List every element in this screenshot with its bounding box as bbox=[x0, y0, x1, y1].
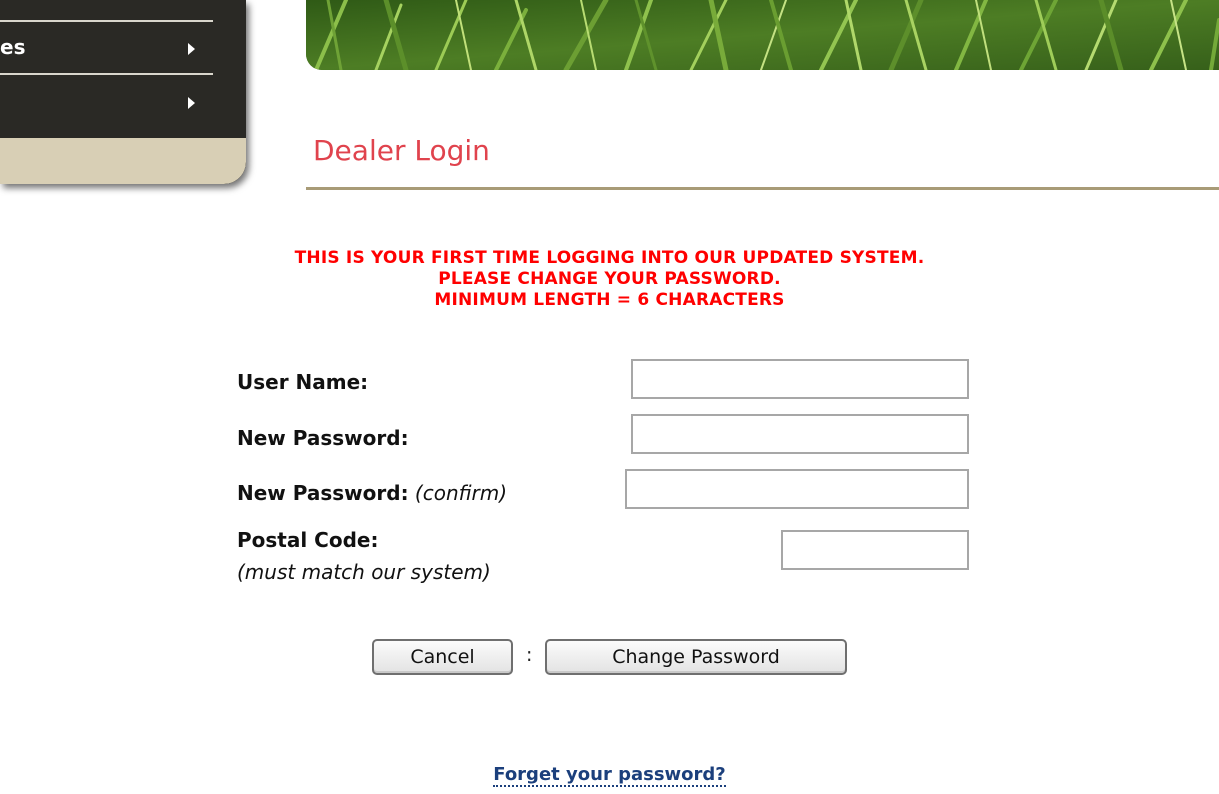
menu-divider bbox=[0, 20, 213, 22]
button-separator: : bbox=[526, 644, 533, 666]
new-password-label: New Password: bbox=[237, 426, 409, 450]
title-divider bbox=[306, 187, 1219, 190]
notice-line: MINIMUM LENGTH = 6 CHARACTERS bbox=[434, 290, 785, 310]
submenu-arrow-icon bbox=[188, 43, 195, 55]
username-label: User Name: bbox=[237, 370, 369, 394]
forgot-password-container: Forget your password? bbox=[0, 764, 1219, 787]
menu-item-1[interactable]: es bbox=[0, 32, 213, 66]
notice-line: PLEASE CHANGE YOUR PASSWORD. bbox=[438, 269, 781, 289]
postal-code-hint: (must match our system) bbox=[237, 560, 491, 584]
header-banner-image bbox=[306, 0, 1219, 70]
username-input[interactable] bbox=[631, 359, 969, 399]
menu-item-label: es bbox=[0, 35, 26, 59]
notice-line: THIS IS YOUR FIRST TIME LOGGING INTO OUR… bbox=[294, 248, 925, 268]
password-change-notice: THIS IS YOUR FIRST TIME LOGGING INTO OUR… bbox=[0, 248, 1219, 311]
postal-code-input[interactable] bbox=[781, 530, 969, 570]
menu-footer-band bbox=[0, 138, 246, 184]
new-password-input[interactable] bbox=[631, 414, 969, 454]
confirm-password-input[interactable] bbox=[625, 469, 969, 509]
menu-item-2[interactable] bbox=[0, 86, 213, 120]
forgot-password-link[interactable]: Forget your password? bbox=[493, 764, 726, 787]
confirm-password-hint: (confirm) bbox=[414, 481, 508, 505]
page: es Dealer Login THIS IS YOUR FIRST TIME … bbox=[0, 0, 1219, 794]
menu-divider bbox=[0, 73, 213, 75]
side-menu: es bbox=[0, 0, 246, 184]
page-title: Dealer Login bbox=[313, 134, 490, 167]
submenu-arrow-icon bbox=[188, 97, 195, 109]
change-password-button[interactable]: Change Password bbox=[545, 639, 847, 675]
postal-code-label: Postal Code: bbox=[237, 528, 379, 552]
cancel-button[interactable]: Cancel bbox=[372, 639, 513, 675]
confirm-password-label: New Password: (confirm) bbox=[237, 481, 508, 505]
